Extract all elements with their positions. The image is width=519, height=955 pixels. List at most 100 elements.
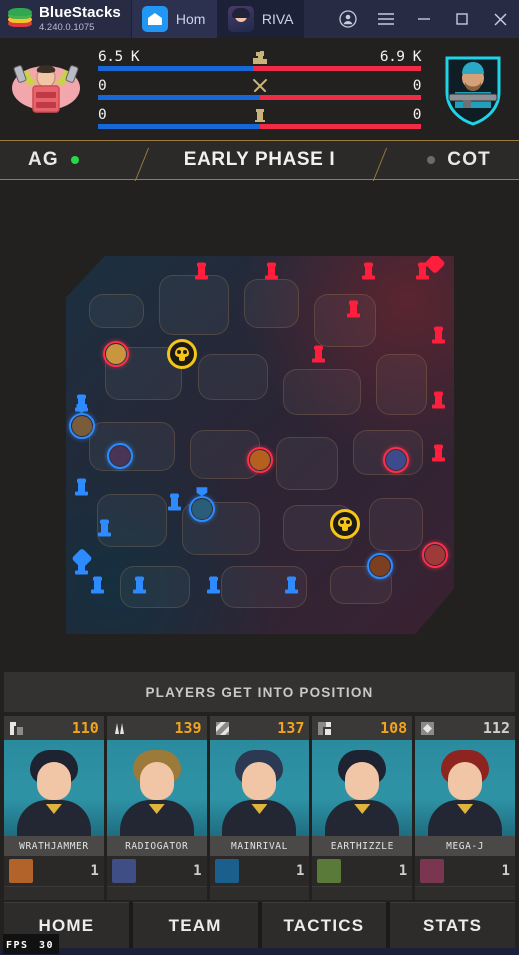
red-tower-icon[interactable] [195,262,209,280]
minimize-icon[interactable] [405,0,443,38]
blue-champion-marker[interactable] [68,404,95,440]
player-card-footer [4,886,104,900]
player-item-row[interactable]: 1 [4,856,104,886]
minimap[interactable] [66,256,454,634]
blue-champion-marker[interactable] [188,487,215,523]
bluestacks-logo-icon [8,8,32,30]
red-tower-icon[interactable] [431,444,445,462]
nav-button-stats[interactable]: STATS [390,902,515,948]
player-card[interactable]: 112 MEGA-J 1 [415,716,515,900]
blue-nexus-icon[interactable] [69,547,95,579]
menu-icon[interactable] [367,0,405,38]
blue-tower-icon[interactable] [98,519,112,537]
player-card-header: 137 [209,716,310,740]
nav-button-tactics[interactable]: TACTICS [261,902,387,948]
player-item-row[interactable]: 1 [312,856,413,886]
red-tower-icon[interactable] [311,345,325,363]
bluestacks-window: BlueStacks 4.240.0.1075 Hom RIVA 6.5 K 6… [0,0,519,955]
player-name: EARTHIZZLE [330,840,394,852]
maximize-icon[interactable] [443,0,481,38]
gold-stack-icon [250,47,270,67]
blue-tower-icon[interactable] [168,493,182,511]
player-portrait [312,740,413,836]
player-item-row[interactable]: 1 [415,856,515,886]
player-item-icon[interactable] [111,859,136,883]
red-tower-icon[interactable] [346,300,360,318]
objective-bars: 6.5 K 6.9 K 0 0 0 0 [92,47,427,129]
account-icon[interactable] [329,0,367,38]
red-nexus-icon[interactable] [422,256,448,284]
red-tower-icon[interactable] [362,262,376,280]
player-card[interactable]: 139 RADIOGATOR 1 [106,716,207,900]
blue-tower-icon[interactable] [206,576,220,594]
red-champion-marker[interactable] [103,341,130,368]
player-item-count: 1 [295,863,305,879]
towers-left-value: 0 [98,106,107,123]
player-card[interactable]: 137 MAINRIVAL 1 [209,716,310,900]
nav-button-team[interactable]: TEAM [132,902,258,948]
player-portrait [209,740,310,836]
player-portrait [106,740,207,836]
player-name: RADIOGATOR [125,840,189,852]
scoreboard-header: 6.5 K 6.9 K 0 0 0 0 [0,38,519,138]
player-card-header: 108 [312,716,413,740]
tab-home[interactable]: Hom [130,0,217,38]
player-card-header: 139 [106,716,207,740]
right-team-indicator: COT [369,148,519,188]
window-bottom-edge [0,948,519,955]
player-name-bar: EARTHIZZLE [312,836,413,856]
player-item-icon[interactable] [420,859,445,883]
jungle-lane-icon [112,721,127,736]
player-name-bar: MEGA-J [415,836,515,856]
red-tower-icon[interactable] [265,262,279,280]
right-team-logo [427,42,519,134]
player-item-row[interactable]: 1 [209,856,310,886]
player-cards: 110 WRATHJAMMER 1 139 RADIOGATOR 1 137 MAINRIVA… [4,716,515,900]
player-card[interactable]: 108 EARTHIZZLE 1 [312,716,413,900]
blue-tower-icon[interactable] [284,576,298,594]
nav-button-label: TACTICS [283,915,365,935]
player-card-header: 110 [4,716,104,740]
support-role-icon [420,721,435,736]
tab-game-riva[interactable]: RIVA [216,0,304,38]
tab-game-label: RIVA [261,11,294,27]
epic-monster-icon[interactable] [167,339,198,370]
red-champion-marker[interactable] [382,447,409,474]
red-champion-marker[interactable] [421,541,448,568]
player-card-footer [312,886,413,900]
kills-right-value: 0 [412,77,422,94]
player-item-icon[interactable] [9,859,33,883]
player-portrait [4,740,104,836]
player-card[interactable]: 110 WRATHJAMMER 1 [4,716,104,900]
left-team-indicator: AG [0,148,150,188]
blue-tower-icon[interactable] [75,478,89,496]
fps-value: 30 [39,940,55,951]
nav-button-label: HOME [38,915,95,935]
red-tower-icon[interactable] [431,326,445,344]
close-icon[interactable] [481,0,519,38]
minimap-container[interactable] [0,181,519,664]
nav-button-label: TEAM [168,915,222,935]
gold-left-value: 6.5 K [98,48,140,65]
bluestacks-app-name: BlueStacks [39,4,121,22]
blue-champion-marker[interactable] [107,443,134,470]
phase-title: EARLY PHASE I [183,149,336,170]
player-item-count: 1 [90,863,99,879]
left-team-tag: AG [28,149,59,170]
nav-button-label: STATS [423,915,483,935]
left-team-status-dot [70,156,79,164]
player-item-row[interactable]: 1 [106,856,207,886]
epic-monster-icon[interactable] [330,509,361,540]
gold-bar-row: 6.5 K 6.9 K [98,47,422,71]
player-score: 139 [174,719,202,737]
player-score: 110 [71,719,99,737]
bluestacks-version: 4.240.0.1075 [39,22,95,34]
blue-champion-marker[interactable] [367,552,394,579]
player-item-icon[interactable] [214,859,239,883]
red-champion-marker[interactable] [247,447,273,474]
player-item-icon[interactable] [317,859,342,883]
player-card-footer [209,886,310,900]
blue-tower-icon[interactable] [133,576,147,594]
bluestacks-title-bar: BlueStacks 4.240.0.1075 Hom RIVA [0,0,519,38]
red-tower-icon[interactable] [431,391,445,409]
